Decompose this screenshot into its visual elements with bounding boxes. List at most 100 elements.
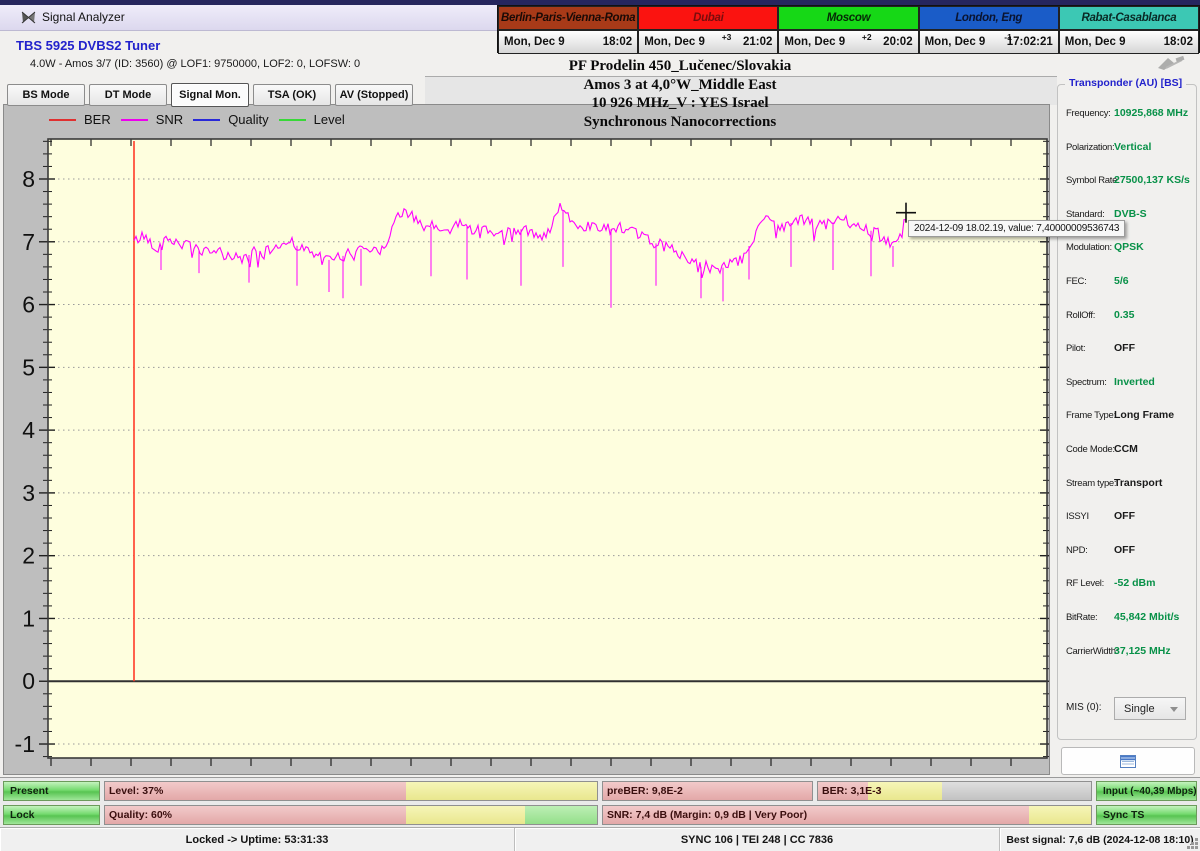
transponder-row: Spectrum: Inverted (1058, 374, 1196, 394)
resize-grip[interactable] (1195, 846, 1198, 849)
clock-time-cell: Mon, Dec 918:02 (498, 30, 638, 54)
clock-time-cell: Mon, Dec 9-117:02:21 (919, 30, 1059, 54)
transponder-row-label: Spectrum: (1066, 377, 1107, 388)
y-axis-label: -1 (15, 731, 35, 757)
transponder-row-value: 27500,137 KS/s (1114, 174, 1190, 186)
mis-dropdown[interactable]: Single (1114, 697, 1186, 720)
tab-signal-mon[interactable]: Signal Mon. (171, 83, 249, 107)
window-title: Signal Analyzer (42, 10, 125, 24)
transponder-row-value: CCM (1114, 443, 1138, 455)
transponder-row-value: Transport (1114, 477, 1162, 489)
y-axis-label: 1 (22, 605, 35, 631)
tuner-title: TBS 5925 DVBS2 Tuner (16, 38, 160, 53)
quality-bar: Quality: 60% (104, 805, 598, 825)
tab-tsa-ok[interactable]: TSA (OK) (253, 84, 331, 106)
mis-label: MIS (0): (1066, 702, 1102, 713)
transponder-row-label: Modulation: (1066, 242, 1112, 253)
snr-bar: SNR: 7,4 dB (Margin: 0,9 dB | Very Poor) (602, 805, 1092, 825)
y-axis-label: 2 (22, 543, 35, 569)
clock-time: 18:02 (603, 36, 632, 48)
transponder-row: Modulation:QPSK (1058, 239, 1196, 259)
site-line-4: Synchronous Nanocorrections (440, 113, 920, 132)
site-title: PF Prodelin 450_Lučenec/Slovakia Amos 3 … (440, 57, 920, 131)
statusbar-best-signal: Best signal: 7,6 dB (2024-12-08 18:10) (1000, 828, 1200, 851)
transponder-row: Frequency:10925,868 MHz (1058, 105, 1196, 125)
mode-tabs: BS ModeDT ModeSignal Mon.TSA (OK)AV (Sto… (7, 84, 413, 108)
tuner-subtitle: 4.0W - Amos 3/7 (ID: 3560) @ LOF1: 97500… (30, 58, 360, 70)
signal-chart[interactable]: BERSNRQualityLevel -1012345678 (3, 104, 1050, 775)
transponder-row-value: Inverted (1114, 376, 1155, 388)
transponder-row-label: Stream type: (1066, 478, 1116, 489)
chart-plot[interactable]: -1012345678 (4, 105, 1049, 774)
present-indicator: Present (3, 781, 100, 801)
save-button[interactable] (1061, 747, 1195, 775)
transponder-row: CarrierWidth:37,125 MHz (1058, 643, 1196, 663)
y-axis-label: 8 (22, 166, 35, 192)
clock-time-cell: Mon, Dec 9+220:02 (778, 30, 918, 54)
world-clocks: Berlin-Paris-Vienna-RomaDubaiMoscowLondo… (497, 5, 1200, 53)
clock-city-header: Moscow (778, 6, 918, 30)
sync-ts-indicator: Sync TS (1096, 805, 1197, 825)
clock-utc-offset: +2 (862, 32, 872, 42)
app-icon (20, 9, 37, 26)
transponder-row-value: 5/6 (1114, 275, 1129, 287)
transponder-row-label: Frame Type: (1066, 410, 1116, 421)
clock-utc-offset: +3 (722, 32, 732, 42)
clock-date: Mon, Dec 9 (1065, 36, 1126, 48)
bar-label: BER: 3,1E-3 (822, 785, 882, 797)
transponder-row: Pilot: OFF (1058, 340, 1196, 360)
footer-bars: Present Level: 37% preBER: 9,8E-2 BER: 3… (0, 777, 1200, 828)
transponder-row-label: NPD: (1066, 545, 1088, 556)
transponder-row-value: QPSK (1114, 241, 1144, 253)
transponder-row-value: 45,842 Mbit/s (1114, 611, 1179, 623)
tab-dt-mode[interactable]: DT Mode (89, 84, 167, 106)
transponder-row-value: DVB-S (1114, 208, 1147, 220)
transponder-row: Polarization:Vertical (1058, 139, 1196, 159)
transponder-row: ISSYIOFF (1058, 508, 1196, 528)
transponder-row-value: 10925,868 MHz (1114, 107, 1188, 119)
clock-time-cell: Mon, Dec 9+321:02 (638, 30, 778, 54)
bar-label: Level: 37% (109, 785, 163, 797)
clock-time: 21:02 (743, 36, 772, 48)
bar-label: preBER: 9,8E-2 (607, 785, 683, 797)
clock-city-header: Rabat-Casablanca (1059, 6, 1199, 30)
clock-city-header: Berlin-Paris-Vienna-Roma (498, 6, 638, 30)
preber-bar: preBER: 9,8E-2 (602, 781, 813, 801)
y-axis-label: 3 (22, 480, 35, 506)
input-indicator: Input (~40,39 Mbps) (1096, 781, 1197, 801)
transponder-row: RF Level:-52 dBm (1058, 575, 1196, 595)
transponder-row-value: OFF (1114, 544, 1135, 556)
mis-row: MIS (0): Single (1066, 697, 1190, 721)
bar-segment-yellow (406, 806, 525, 824)
site-line-3: 10 926 MHz_V : YES Israel (440, 94, 920, 113)
transponder-row-label: Pilot: (1066, 343, 1085, 354)
y-axis-label: 5 (22, 354, 35, 380)
clock-city-header: Dubai (638, 6, 778, 30)
transponder-row-value: OFF (1114, 342, 1135, 354)
transponder-row-value: Long Frame (1114, 409, 1174, 421)
transponder-row: Stream type:Transport (1058, 475, 1196, 495)
transponder-row-label: CarrierWidth: (1066, 646, 1118, 657)
transponder-row-value: 37,125 MHz (1114, 645, 1171, 657)
clock-time: 17:02:21 (1007, 36, 1053, 48)
tab-bs-mode[interactable]: BS Mode (7, 84, 85, 106)
bar-label: SNR: 7,4 dB (Margin: 0,9 dB | Very Poor) (607, 809, 807, 821)
y-axis-label: 4 (22, 417, 35, 443)
statusbar-uptime: Locked -> Uptime: 53:31:33 (0, 828, 515, 851)
tab-av-stopped[interactable]: AV (Stopped) (335, 84, 413, 106)
transponder-panel: Transponder (AU) [BS] MIS (0): Single Fr… (1057, 84, 1197, 740)
transponder-row: Frame Type:Long Frame (1058, 407, 1196, 427)
transponder-row-label: RollOff: (1066, 310, 1095, 321)
transponder-panel-title: Transponder (AU) [BS] (1065, 77, 1186, 89)
transponder-row: RollOff: 0.35 (1058, 307, 1196, 327)
site-line-1: PF Prodelin 450_Lučenec/Slovakia (440, 57, 920, 76)
satellite-watermark-icon (1152, 54, 1186, 72)
site-line-2: Amos 3 at 4,0°W_Middle East (440, 76, 920, 95)
statusbar: Locked -> Uptime: 53:31:33 SYNC 106 | TE… (0, 827, 1200, 851)
clock-city-header: London, Eng (919, 6, 1059, 30)
bar-segment-yellow (406, 782, 598, 800)
transponder-row: BitRate:45,842 Mbit/s (1058, 609, 1196, 629)
clock-time-cell: Mon, Dec 918:02 (1059, 30, 1199, 54)
floppy-icon (1120, 755, 1136, 768)
transponder-row-value: 0.35 (1114, 309, 1134, 321)
